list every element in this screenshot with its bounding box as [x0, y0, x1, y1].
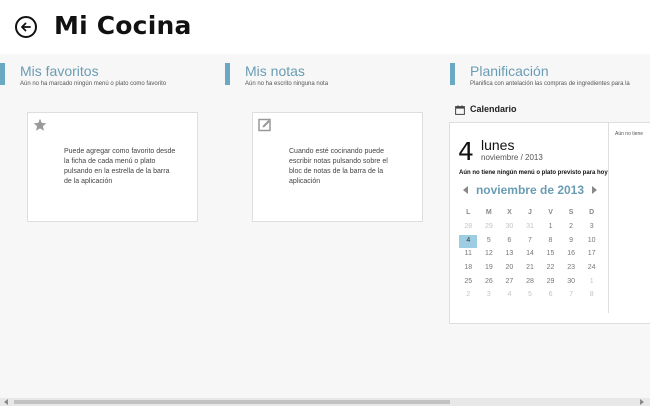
calendar-day-today[interactable]: 4	[459, 234, 478, 249]
calendar-label: Calendario	[470, 104, 517, 114]
calendar-side-message: Aún no tiene	[615, 131, 644, 137]
scrollbar-thumb[interactable]	[14, 400, 450, 404]
planning-title[interactable]: Planificación	[470, 63, 549, 79]
weekday-label: D	[589, 209, 595, 216]
calendar-icon	[455, 105, 465, 115]
calendar-day[interactable]: 2	[458, 289, 479, 303]
calendar-day[interactable]: 9	[561, 235, 582, 249]
planning-accent-bar	[450, 63, 455, 85]
calendar-day[interactable]: 1	[581, 276, 602, 290]
calendar-day[interactable]: 21	[520, 262, 541, 276]
calendar-day[interactable]: 13	[499, 248, 520, 262]
app-header: Mi Cocina	[0, 0, 650, 54]
weekday-label: L	[466, 209, 471, 216]
calendar-day[interactable]: 29	[479, 221, 500, 235]
calendar-day[interactable]: 8	[540, 235, 561, 249]
calendar-day[interactable]: 7	[520, 235, 541, 249]
calendar-day[interactable]: 25	[458, 276, 479, 290]
calendar-day[interactable]: 31	[520, 221, 541, 235]
calendar-day[interactable]: 28	[520, 276, 541, 290]
calendar-day[interactable]: 30	[499, 221, 520, 235]
calendar-divider	[608, 123, 609, 313]
scroll-left-icon[interactable]	[4, 399, 8, 405]
calendar-day[interactable]: 20	[499, 262, 520, 276]
calendar-day[interactable]: 27	[499, 276, 520, 290]
notes-subtitle: Aún no ha escrito ninguna nota	[245, 81, 329, 87]
calendar-day-view: 4 lunes noviembre / 2013 Aún no tiene ni…	[450, 123, 608, 323]
favorites-card: Puede agregar como favorito desde la fic…	[27, 112, 198, 222]
calendar-day[interactable]: 7	[561, 289, 582, 303]
weekday-label: J	[528, 209, 532, 216]
calendar-day[interactable]: 8	[581, 289, 602, 303]
favorites-card-text: Puede agregar como favorito desde la fic…	[64, 148, 176, 185]
calendar-day[interactable]: 30	[561, 276, 582, 290]
month-navigator: noviembre de 2013	[458, 183, 602, 199]
calendar-day[interactable]: 15	[540, 248, 561, 262]
favorites-subtitle: Aún no ha marcado ningún menú o plato co…	[20, 81, 167, 87]
calendar-week-row: 25 26 27 28 29 30 1	[458, 276, 602, 290]
calendar-day[interactable]: 29	[540, 276, 561, 290]
calendar-day[interactable]: 3	[581, 221, 602, 235]
weekday-label: X	[507, 209, 512, 216]
calendar-grid: LMXJVSD 28 29 30 31 1 2 3 4 5 6 7 8 9 10 11 12 13 14 15 16 1…	[458, 209, 602, 303]
calendar-day[interactable]: 26	[479, 276, 500, 290]
calendar-day[interactable]: 1	[540, 221, 561, 235]
calendar-week-row: 4 5 6 7 8 9 10	[458, 234, 602, 249]
calendar-day[interactable]: 4	[499, 289, 520, 303]
weekday-label: M	[485, 209, 492, 216]
calendar-day[interactable]: 19	[479, 262, 500, 276]
calendar-day[interactable]: 23	[561, 262, 582, 276]
scroll-right-icon[interactable]	[640, 399, 644, 405]
calendar-day[interactable]: 6	[540, 289, 561, 303]
weekday-label: S	[568, 209, 574, 216]
horizontal-scrollbar[interactable]	[0, 398, 650, 406]
calendar-week-row: 28 29 30 31 1 2 3	[458, 221, 602, 235]
arrow-left-icon	[21, 22, 31, 32]
calendar-week-row: 11 12 13 14 15 16 17	[458, 248, 602, 262]
calendar-day[interactable]: 10	[581, 235, 602, 249]
notes-accent-bar	[225, 63, 230, 85]
calendar-week-row: 2345678	[458, 289, 602, 303]
calendar-day[interactable]: 3	[479, 289, 500, 303]
planning-subtitle: Planifica con antelación las compras de …	[470, 81, 630, 87]
calendar-day[interactable]: 17	[581, 248, 602, 262]
next-month-icon[interactable]	[592, 186, 597, 194]
calendar-day[interactable]: 16	[561, 248, 582, 262]
star-icon	[33, 118, 47, 131]
calendar-day[interactable]: 28	[458, 221, 479, 235]
calendar-day[interactable]: 22	[540, 262, 561, 276]
notes-card-text: Cuando esté cocinando puede escribir not…	[289, 148, 388, 185]
notes-card: Cuando esté cocinando puede escribir not…	[252, 112, 423, 222]
weekday-header: LMXJVSD	[458, 209, 602, 221]
calendar-day[interactable]: 6	[499, 235, 520, 249]
page-title: Mi Cocina	[54, 11, 192, 40]
favorites-accent-bar	[0, 63, 5, 85]
calendar-day[interactable]: 14	[520, 248, 541, 262]
calendar-day[interactable]: 24	[581, 262, 602, 276]
calendar-day[interactable]: 18	[458, 262, 479, 276]
selected-day-name: lunes	[481, 137, 515, 153]
calendar-day[interactable]: 5	[520, 289, 541, 303]
calendar-week-row: 18 19 20 21 22 23 24	[458, 262, 602, 276]
calendar-day[interactable]: 2	[561, 221, 582, 235]
no-plan-message: Aún no tiene ningún menú o plato previst…	[459, 170, 608, 176]
selected-day-number: 4	[458, 137, 474, 166]
calendar-day[interactable]: 12	[479, 248, 500, 262]
calendar-panel: 4 lunes noviembre / 2013 Aún no tiene ni…	[449, 122, 650, 324]
calendar-day[interactable]: 5	[479, 235, 500, 249]
weekday-label: V	[548, 209, 553, 216]
calendar-day[interactable]: 11	[458, 248, 479, 262]
back-button[interactable]	[15, 16, 37, 38]
notepad-icon	[258, 118, 271, 132]
month-label: noviembre de 2013	[475, 183, 585, 197]
selected-month-year: noviembre / 2013	[481, 153, 543, 162]
notes-title[interactable]: Mis notas	[245, 63, 305, 79]
favorites-title[interactable]: Mis favoritos	[20, 63, 99, 79]
